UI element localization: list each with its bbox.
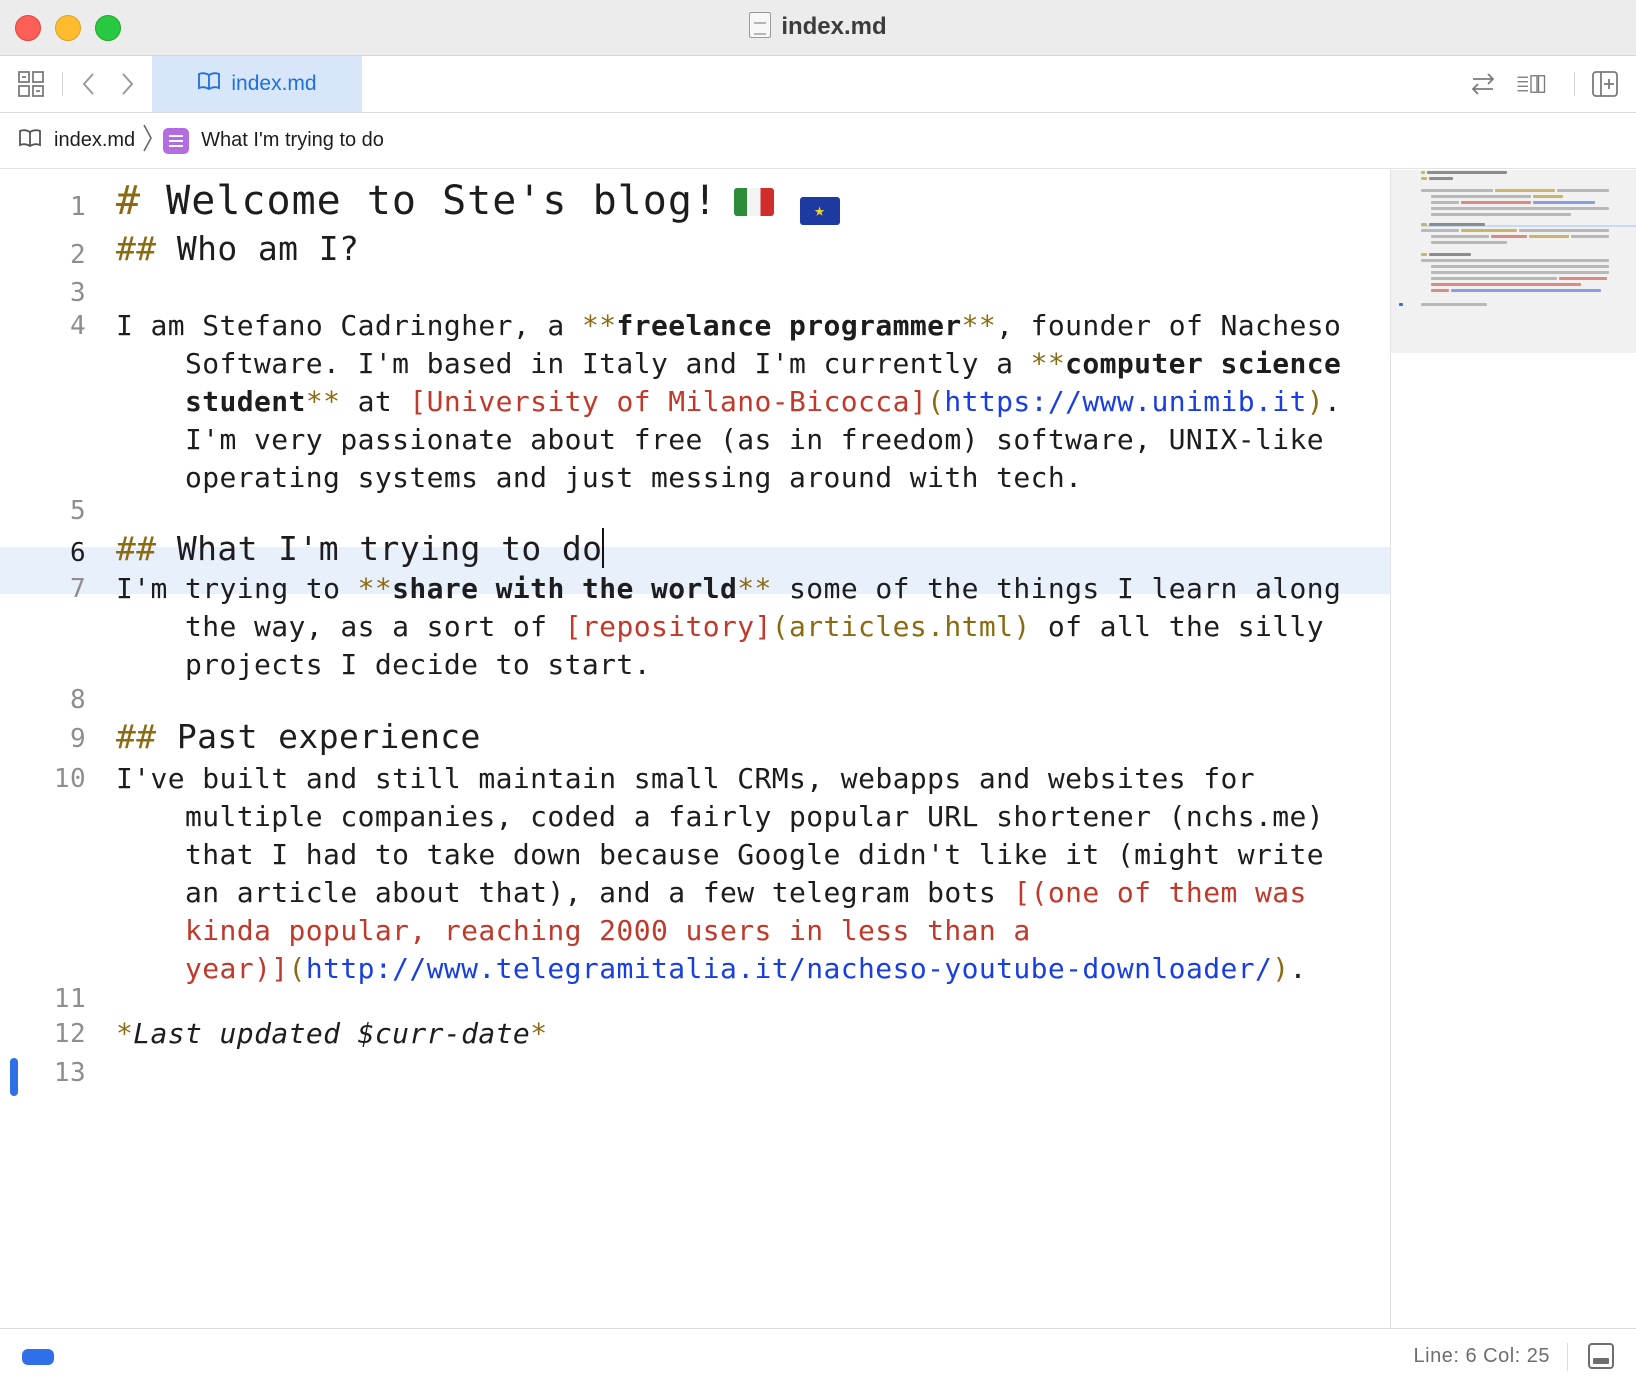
italy-flag-icon [733, 188, 774, 216]
line-number: 9 [69, 724, 86, 754]
minimap-mark [1431, 235, 1489, 238]
status-divider [1567, 1343, 1568, 1371]
eu-flag-icon: ★ [799, 197, 840, 225]
editor-options-icon[interactable] [1516, 69, 1546, 99]
line-number: 8 [69, 685, 86, 715]
heading-2: ## Past experience [116, 717, 481, 756]
minimap-mark [1431, 289, 1449, 292]
minimap-mark [1571, 235, 1609, 238]
minimap-mark [1421, 171, 1425, 174]
text-cursor [602, 528, 605, 568]
minimap-mark [1431, 207, 1609, 210]
change-indicator [10, 1058, 18, 1096]
cursor-position[interactable]: Line: 6 Col: 25 [1414, 1345, 1550, 1368]
paragraph: I've built and still maintain small CRMs… [116, 760, 1346, 988]
minimap-mark [1431, 201, 1459, 204]
toggle-debug-area-icon[interactable] [1588, 1343, 1614, 1369]
minimap-mark [1427, 171, 1507, 174]
minimap-mark [1429, 177, 1453, 180]
book-icon [197, 71, 221, 97]
section-list-icon [163, 127, 190, 154]
swap-arrows-icon[interactable] [1468, 69, 1498, 99]
minimap-mark [1421, 253, 1427, 256]
minimap-mark [1431, 271, 1609, 274]
link-url[interactable]: http://www.telegramitalia.it/nacheso-you… [306, 952, 1272, 985]
line-number: 5 [69, 496, 86, 526]
minimap-mark [1421, 177, 1427, 180]
window-title-text: index.md [781, 13, 887, 40]
book-icon [18, 128, 42, 154]
breadcrumb-file[interactable]: index.md [54, 129, 135, 152]
tag-icon[interactable] [22, 1349, 54, 1365]
document-icon [749, 12, 772, 38]
link-text: [(one of them was [1013, 876, 1307, 909]
minimap-mark [1421, 259, 1609, 262]
paragraph: I am Stefano Cadringher, a **freelance p… [116, 309, 1342, 494]
link-text: kinda popular, reaching 2000 users in le… [185, 914, 1031, 947]
emphasis-text: *Last updated $curr-date* [116, 1017, 548, 1050]
toolbar-divider [62, 72, 63, 96]
link-url[interactable]: (articles.html) [772, 610, 1031, 643]
breadcrumb-section[interactable]: What I'm trying to do [201, 129, 384, 152]
minimap-mark [1421, 229, 1459, 232]
line-number: 1 [69, 192, 86, 222]
tab-index-md[interactable]: index.md [152, 56, 362, 112]
tab-label: index.md [231, 72, 317, 95]
minimap[interactable] [1390, 170, 1636, 1328]
paragraph: I'm trying to **share with the world** s… [116, 572, 1342, 681]
minimap-mark [1529, 235, 1569, 238]
minimap-mark [1421, 223, 1427, 226]
link-text: [repository] [564, 610, 772, 643]
minimap-mark [1557, 189, 1609, 192]
chevron-right-icon[interactable] [112, 69, 142, 99]
minimap-mark [1429, 223, 1485, 226]
minimap-mark [1491, 235, 1527, 238]
source-editor[interactable]: 1 # Welcome to Ste's blog! ★ 2 ## Who am … [0, 170, 1390, 1328]
minimap-mark [1429, 253, 1471, 256]
minimap-mark [1431, 241, 1507, 244]
minimap-mark [1421, 303, 1487, 306]
window-title: index.md [0, 12, 1636, 41]
tab-bar: index.md [0, 56, 1636, 113]
minimap-mark [1519, 229, 1609, 232]
breadcrumb: index.md What I'm trying to do [0, 113, 1636, 169]
line-number: 6 [69, 538, 86, 568]
line-number: 7 [69, 574, 86, 604]
minimap-mark [1421, 189, 1493, 192]
minimap-mark [1431, 283, 1581, 286]
title-bar: index.md [0, 0, 1636, 56]
line-number: 2 [69, 240, 86, 270]
status-bar: Line: 6 Col: 25 [0, 1328, 1636, 1384]
related-items-icon[interactable] [16, 69, 46, 99]
line-number: 10 [53, 764, 86, 794]
line-number: 12 [53, 1019, 86, 1049]
heading-1: # Welcome to Ste's blog! ★ [116, 181, 1346, 225]
minimap-mark [1451, 289, 1601, 292]
add-editor-icon[interactable] [1590, 69, 1620, 99]
minimap-mark [1431, 277, 1557, 280]
link-url[interactable]: https://www.unimib.it [944, 385, 1306, 418]
minimap-mark [1431, 195, 1531, 198]
chevron-left-icon[interactable] [74, 69, 104, 99]
link-text: year)] [185, 952, 289, 985]
minimap-mark [1461, 229, 1517, 232]
minimap-change-mark [1399, 303, 1403, 306]
minimap-mark [1559, 277, 1607, 280]
minimap-mark [1461, 201, 1531, 204]
minimap-mark [1533, 201, 1595, 204]
heading-2: ## What I'm trying to do [116, 528, 605, 568]
minimap-mark [1431, 265, 1609, 268]
line-number: 13 [53, 1058, 86, 1088]
line-number: 11 [53, 984, 86, 1014]
minimap-mark [1431, 213, 1571, 216]
link-text: [University of Milano-Bicocca] [409, 385, 928, 418]
chevron-right-icon [141, 123, 153, 159]
minimap-mark [1495, 189, 1555, 192]
line-number: 4 [69, 311, 86, 341]
toolbar-divider [1574, 72, 1575, 96]
minimap-mark [1533, 195, 1563, 198]
heading-2: ## Who am I? [116, 229, 360, 268]
